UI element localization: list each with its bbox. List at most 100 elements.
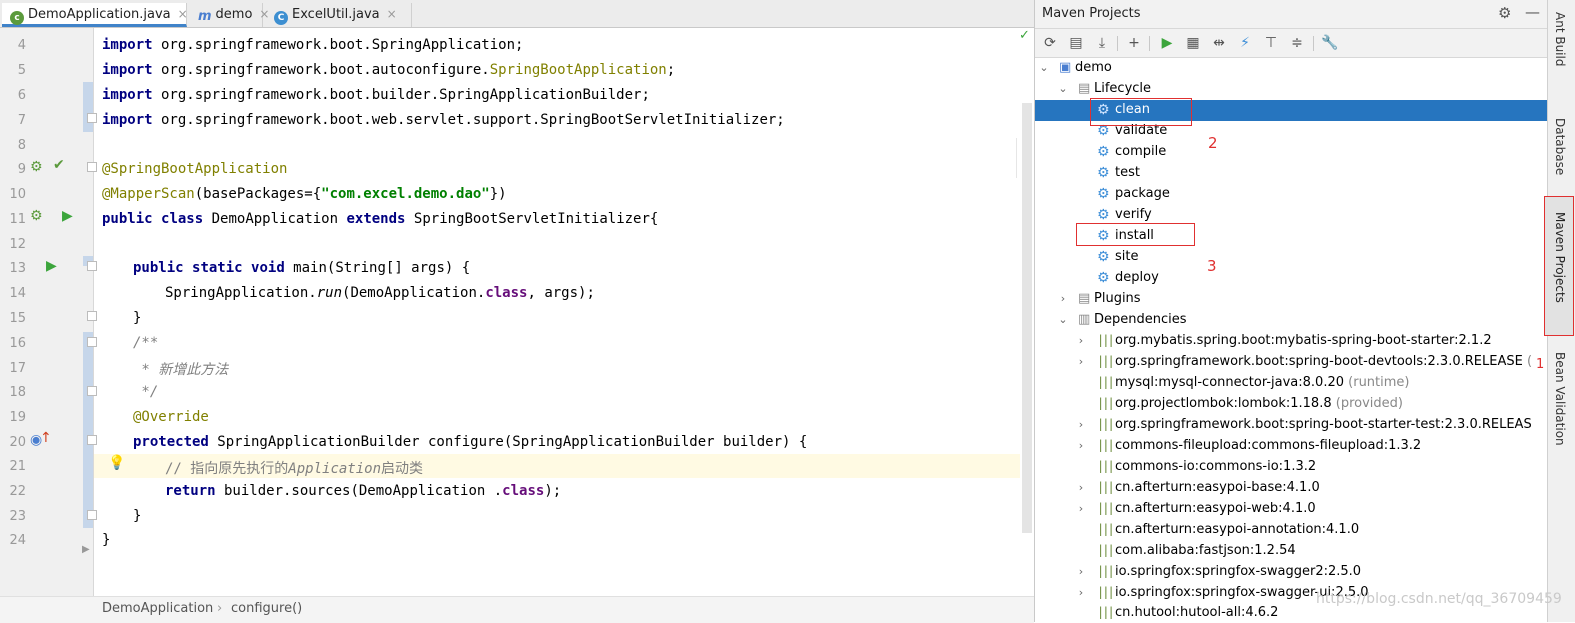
code-editor[interactable]: 4 5 6 7 8 9 10 11 12 13 14 15 16 17 18 1…	[0, 28, 1034, 596]
run-config-icon[interactable]: ▦	[1183, 33, 1203, 53]
toggle-offline-icon[interactable]: ⇹	[1209, 33, 1229, 53]
annotation-box-clean	[1090, 98, 1192, 126]
collapse-all-icon[interactable]: ≑	[1287, 33, 1307, 53]
dependency-item[interactable]: ||| mysql:mysql-connector-java:8.0.20 (r…	[1035, 373, 1547, 394]
dependency-item[interactable]: › ||| org.mybatis.spring.boot:mybatis-sp…	[1035, 331, 1547, 352]
side-tab-database[interactable]: Database	[1553, 118, 1567, 175]
lifecycle-phase[interactable]: ⚙ test	[1035, 163, 1547, 184]
dependency-item[interactable]: › ||| cn.afterturn:easypoi-web:4.1.0	[1035, 499, 1547, 520]
chevron-right-icon[interactable]: ›	[1075, 334, 1087, 347]
code-line: import org.springframework.boot.SpringAp…	[102, 37, 524, 53]
chevron-right-icon[interactable]: ›	[1075, 481, 1087, 494]
gear-icon[interactable]: ⚙	[1498, 4, 1511, 22]
dependency-item[interactable]: › ||| commons-fileupload:commons-fileupl…	[1035, 436, 1547, 457]
chevron-right-icon[interactable]: ›	[1075, 418, 1087, 431]
generate-sources-icon[interactable]: ▤	[1066, 33, 1086, 53]
line-number: 13	[9, 261, 26, 276]
spring-class-icon[interactable]: ⚙	[30, 208, 43, 224]
vcs-change-marker	[83, 82, 93, 132]
dependency-item[interactable]: › ||| io.springfox:springfox-swagger2:2.…	[1035, 562, 1547, 583]
lifecycle-phase[interactable]: ⚙ compile	[1035, 142, 1547, 163]
lifecycle-phase[interactable]: ⚙ site	[1035, 247, 1547, 268]
close-icon[interactable]: ×	[387, 7, 397, 21]
spring-bean-icon[interactable]: ⚙	[30, 159, 43, 175]
code-line: }	[133, 508, 142, 524]
dependency-item[interactable]: ||| commons-io:commons-io:1.3.2	[1035, 457, 1547, 478]
lightbulb-icon[interactable]: 💡	[108, 455, 125, 471]
fold-marker[interactable]	[87, 261, 97, 271]
code-line: }	[133, 310, 142, 326]
fold-marker[interactable]	[87, 510, 97, 520]
line-number: 14	[9, 286, 26, 301]
inspection-ok-icon[interactable]: ✓	[1019, 28, 1030, 43]
code-line: return builder.sources(DemoApplication .…	[165, 483, 562, 499]
chevron-right-icon[interactable]: ›	[1075, 586, 1087, 599]
toolbar-separator	[1149, 36, 1150, 51]
fold-marker[interactable]	[87, 435, 97, 445]
chevron-right-icon[interactable]: ›	[1057, 292, 1069, 305]
run-icon[interactable]: ▶	[62, 208, 73, 224]
tree-node-lifecycle[interactable]: ⌄ ▤ Lifecycle	[1035, 79, 1547, 100]
tree-node-dependencies[interactable]: ⌄ ▥ Dependencies	[1035, 310, 1547, 331]
minimize-icon[interactable]: —	[1525, 3, 1540, 21]
code-line: */	[133, 384, 159, 400]
lifecycle-phase[interactable]: ⚙ package	[1035, 184, 1547, 205]
dependency-item[interactable]: ||| com.alibaba:fastjson:1.2.54	[1035, 541, 1547, 562]
wrench-icon[interactable]: 🔧	[1320, 33, 1340, 53]
chevron-right-icon[interactable]: ›	[1075, 355, 1087, 368]
side-tab-bean-validation[interactable]: Bean Validation	[1553, 352, 1567, 446]
line-number: 6	[17, 88, 26, 103]
dependency-item[interactable]: › ||| org.springframework.boot:spring-bo…	[1035, 415, 1547, 436]
tree-node-root[interactable]: ⌄ ▣ demo	[1035, 58, 1547, 79]
chevron-right-icon[interactable]: ›	[1075, 439, 1087, 452]
line-number: 9	[17, 162, 26, 177]
gear-icon: ⚙	[1097, 144, 1110, 160]
add-icon[interactable]: +	[1124, 33, 1144, 53]
fold-marker[interactable]	[87, 337, 97, 347]
code-line: import org.springframework.boot.web.serv…	[102, 112, 785, 128]
dependency-item[interactable]: › ||| cn.afterturn:easypoi-base:4.1.0	[1035, 478, 1547, 499]
chevron-down-icon[interactable]: ⌄	[1038, 61, 1050, 74]
skip-tests-icon[interactable]: ⚡	[1235, 33, 1255, 53]
editor-scrollbar[interactable]	[1022, 103, 1032, 533]
maven-panel-header: Maven Projects ⚙ —	[1035, 0, 1548, 29]
chevron-right-icon[interactable]: ›	[1075, 502, 1087, 515]
side-tab-ant-build[interactable]: Ant Build	[1553, 12, 1567, 66]
lifecycle-phase[interactable]: ⚙ deploy	[1035, 268, 1547, 289]
annotation-number: 1	[1536, 357, 1545, 372]
dependency-item[interactable]: › ||| org.springframework.boot:spring-bo…	[1035, 352, 1547, 373]
chevron-down-icon[interactable]: ⌄	[1057, 82, 1069, 95]
dependency-item[interactable]: ||| cn.afterturn:easypoi-annotation:4.1.…	[1035, 520, 1547, 541]
folder-icon: ▤	[1078, 81, 1091, 96]
toolbar-separator	[1313, 36, 1314, 51]
code-line: import org.springframework.boot.builder.…	[102, 87, 650, 103]
overrides-up-arrow-icon[interactable]: ↑	[40, 430, 52, 446]
line-number: 11	[9, 212, 26, 227]
tab-excel-util[interactable]: C ExcelUtil.java ×	[266, 3, 412, 27]
download-icon[interactable]: ⤓	[1092, 33, 1112, 53]
fold-marker[interactable]	[87, 311, 97, 321]
fold-marker[interactable]	[87, 113, 97, 123]
breadcrumb-method[interactable]: configure()	[231, 601, 302, 616]
show-dependencies-icon[interactable]: ⊤	[1261, 33, 1281, 53]
fold-marker[interactable]	[87, 162, 97, 172]
close-icon[interactable]: ×	[178, 7, 188, 21]
dependency-item[interactable]: ||| org.projectlombok:lombok:1.18.8 (pro…	[1035, 394, 1547, 415]
chevron-right-icon[interactable]: ›	[1075, 565, 1087, 578]
library-icon: |||	[1097, 438, 1115, 452]
run-icon[interactable]: ▶	[46, 258, 57, 274]
fold-marker[interactable]	[87, 386, 97, 396]
reimport-icon[interactable]: ⟳	[1040, 33, 1060, 53]
breadcrumb-separator: ›	[217, 601, 223, 616]
spring-config-icon[interactable]: ✔	[53, 157, 65, 173]
side-tab-maven-projects[interactable]: Maven Projects	[1553, 212, 1567, 303]
run-icon[interactable]: ▶	[1157, 33, 1177, 53]
fold-arrow-icon[interactable]: ▶	[82, 544, 90, 555]
tab-demo-pom[interactable]: m demo ×	[190, 3, 269, 27]
breadcrumb-class[interactable]: DemoApplication	[102, 601, 213, 616]
tab-demo-application[interactable]: c DemoApplication.java ×	[2, 3, 188, 27]
tree-node-plugins[interactable]: › ▤ Plugins	[1035, 289, 1547, 310]
line-number: 22	[9, 484, 26, 499]
chevron-down-icon[interactable]: ⌄	[1057, 313, 1069, 326]
library-icon: |||	[1097, 585, 1115, 599]
